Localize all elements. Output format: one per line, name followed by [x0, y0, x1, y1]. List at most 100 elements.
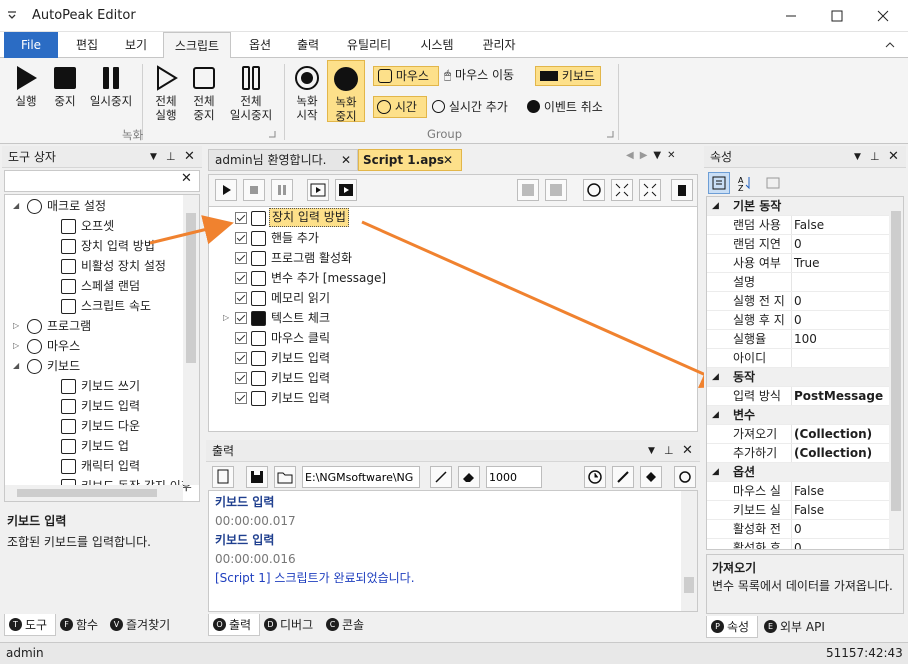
property-name: 마우스 실 [733, 484, 781, 498]
property-row[interactable]: 실행율 100 [707, 330, 889, 349]
tab-label: 콘솔 [342, 618, 365, 632]
tab-console[interactable]: C 콘솔 [322, 614, 382, 636]
property-name: 입력 방식 [733, 389, 781, 403]
property-value[interactable]: (Collection) [791, 444, 872, 462]
property-value[interactable] [791, 273, 794, 291]
status-user: admin [6, 646, 44, 660]
property-value[interactable]: True [791, 254, 820, 272]
property-name: 아이디 [733, 351, 767, 365]
property-row[interactable]: 실행 후 지 0 [707, 311, 889, 330]
properties-header: 속성 ▼ ⊥ ✕ [704, 146, 906, 168]
property-row[interactable]: 키보드 실 False [707, 501, 889, 520]
property-value[interactable]: PostMessage [791, 387, 883, 405]
property-value[interactable]: 0 [791, 292, 802, 310]
count-field[interactable] [486, 466, 542, 488]
property-category[interactable]: ◢ 옵션 [707, 463, 889, 482]
output-toolbar [208, 464, 698, 490]
property-name: 활성화 후 [733, 541, 781, 550]
property-name: 실행 후 지 [733, 313, 785, 327]
output-line: 키보드 입력 [215, 533, 275, 547]
close-icon[interactable]: ✕ [682, 440, 693, 462]
pin-icon[interactable]: ⊥ [870, 146, 880, 168]
property-category[interactable]: ◢ 동작 [707, 368, 889, 387]
arrow-to-properties [361, 220, 732, 388]
status-time: 51157:42:43 [826, 646, 903, 660]
tab-properties[interactable]: P 속성 [706, 616, 758, 638]
tab-label: 디버그 [280, 618, 314, 632]
brush-button[interactable] [612, 466, 634, 488]
save-button[interactable] [246, 466, 268, 488]
status-bar: admin 51157:42:43 [0, 642, 908, 664]
output-line: 00:00:00.017 [215, 514, 296, 528]
property-value[interactable]: 0 [791, 539, 802, 549]
property-row[interactable]: 활성화 후 0 [707, 539, 889, 550]
desc-title: 가져오기 [712, 561, 757, 575]
categorized-button[interactable] [708, 172, 730, 194]
property-category[interactable]: ◢ 변수 [707, 406, 889, 425]
output-log: 키보드 입력 00:00:00.017 키보드 입력 00:00:00.016 [Scr… [208, 490, 698, 612]
property-name: 추가하기 [733, 446, 778, 460]
category-label: 동작 [733, 370, 756, 384]
property-row[interactable]: 활성화 전 0 [707, 520, 889, 539]
property-row[interactable]: 추가하기 (Collection) [707, 444, 889, 463]
property-pages-button[interactable] [762, 172, 784, 194]
category-label: 기본 동작 [733, 199, 782, 213]
path-field[interactable] [302, 466, 420, 488]
property-row[interactable]: 실행 전 지 0 [707, 292, 889, 311]
collapse-icon[interactable]: ◢ [712, 368, 719, 386]
property-name: 랜덤 지연 [733, 237, 781, 251]
collapse-icon[interactable]: ◢ [712, 463, 719, 481]
dropdown-icon[interactable]: ▼ [854, 146, 861, 168]
property-value[interactable]: 0 [791, 520, 802, 538]
property-name: 키보드 실 [733, 503, 781, 517]
property-row[interactable]: 랜덤 사용 False [707, 216, 889, 235]
properties-bottom-tabs: P 속성 E 외부 API [704, 616, 906, 638]
property-value[interactable]: 100 [791, 330, 817, 348]
property-row[interactable]: 마우스 실 False [707, 482, 889, 501]
tab-debug[interactable]: D 디버그 [260, 614, 322, 636]
tab-label: 출력 [229, 618, 252, 632]
property-value[interactable] [791, 349, 794, 367]
debug-tab-icon: D [264, 618, 277, 631]
property-category[interactable]: ◢ 기본 동작 [707, 197, 889, 216]
wand-button[interactable] [430, 466, 452, 488]
property-row[interactable]: 사용 여부 True [707, 254, 889, 273]
svg-text:Z: Z [738, 184, 744, 193]
output-tab-icon: O [213, 618, 226, 631]
property-name: 랜덤 사용 [733, 218, 781, 232]
new-output-button[interactable] [212, 466, 234, 488]
property-name: 사용 여부 [733, 256, 781, 270]
tab-label: 속성 [727, 620, 750, 634]
property-value[interactable]: (Collection) [791, 425, 872, 443]
desc-text: 변수 목록에서 데이터를 가져옵니다. [712, 579, 893, 593]
tab-output[interactable]: O 출력 [208, 614, 260, 636]
refresh-button[interactable] [674, 466, 696, 488]
output-header: 출력 ▼ ⊥ ✕ [206, 440, 700, 462]
eraser-button[interactable] [458, 466, 480, 488]
property-row[interactable]: 랜덤 지연 0 [707, 235, 889, 254]
property-value[interactable]: 0 [791, 311, 802, 329]
property-row[interactable]: 입력 방식 PostMessage [707, 387, 889, 406]
property-row[interactable]: 가져오기 (Collection) [707, 425, 889, 444]
property-row[interactable]: 아이디 [707, 349, 889, 368]
vertical-scrollbar[interactable] [681, 491, 697, 611]
property-value[interactable]: False [791, 482, 824, 500]
property-row[interactable]: 설명 [707, 273, 889, 292]
collapse-icon[interactable]: ◢ [712, 406, 719, 424]
property-name: 활성화 전 [733, 522, 781, 536]
fill-button[interactable] [640, 466, 662, 488]
property-value[interactable]: False [791, 501, 824, 519]
vertical-scrollbar[interactable] [889, 197, 903, 549]
properties-tab-icon: P [711, 620, 724, 633]
properties-panel: 속성 ▼ ⊥ ✕ AZ ◢ 기본 동작랜덤 사용 False 랜덤 지연 0 사용 여부 T… [704, 146, 906, 638]
property-value[interactable]: False [791, 216, 824, 234]
property-value[interactable]: 0 [791, 235, 802, 253]
collapse-icon[interactable]: ◢ [712, 197, 719, 215]
alphabetical-button[interactable]: AZ [734, 172, 756, 194]
close-icon[interactable]: ✕ [888, 146, 899, 168]
pin-icon[interactable]: ⊥ [664, 440, 674, 462]
dropdown-icon[interactable]: ▼ [648, 440, 655, 462]
clock-button[interactable] [584, 466, 606, 488]
open-folder-button[interactable] [274, 466, 296, 488]
tab-external-api[interactable]: E 외부 API [760, 616, 840, 638]
